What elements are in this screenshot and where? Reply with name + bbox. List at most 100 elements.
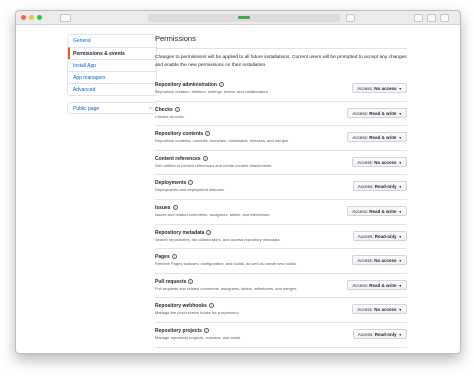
permission-title-text: Repository contents [155, 131, 204, 138]
permission-description: Pull requests and related comments, assi… [155, 285, 298, 291]
share-button[interactable] [427, 14, 436, 22]
access-dropdown[interactable]: Access: No access ▼ [352, 255, 407, 266]
permission-title: Repository administration i [155, 82, 224, 88]
access-dropdown[interactable]: Access: Read & write ▼ [347, 132, 407, 143]
lock-icon [238, 16, 250, 19]
permission-description: Checks on code. [155, 113, 185, 119]
access-value: Read-only [374, 184, 397, 190]
permission-row: Pages i Retrieve Pages statuses, configura… [155, 249, 407, 274]
access-value: Read & write [369, 135, 397, 141]
permission-title: Pull requests i [155, 278, 194, 285]
caret-down-icon: ▼ [397, 87, 402, 91]
access-dropdown[interactable]: Access: Read-only ▼ [352, 230, 407, 241]
permission-row: Repository metadata i Search repositories,… [155, 225, 407, 250]
permission-description: Issues and related comments, assignees, … [155, 211, 271, 217]
info-icon[interactable]: i [206, 229, 212, 235]
access-dropdown[interactable]: Access: Read-only ▼ [352, 181, 407, 192]
access-prefix: Access: [357, 258, 374, 264]
permission-row: Repository projects i Manage repository pr… [155, 323, 407, 348]
permission-row: Deployments i Deployments and deployment s… [155, 175, 407, 200]
sidebar-toggle-button[interactable] [60, 14, 71, 22]
access-dropdown[interactable]: Access: Read & write ▼ [347, 205, 407, 216]
sidebar-item-install-app[interactable]: Install App [68, 59, 156, 71]
sidebar-item-permissions-events[interactable]: Permissions & events [68, 47, 156, 59]
permission-row: Repository administration i Repository cre… [155, 77, 407, 102]
permission-title: Repository metadata i [155, 229, 212, 236]
permission-description: Repository contents, commits, branches, … [155, 138, 290, 144]
settings-sidebar: General Permissions & events Install App… [67, 34, 157, 114]
access-value: Read & write [369, 208, 397, 214]
info-icon[interactable]: i [171, 254, 177, 260]
access-prefix: Access: [357, 184, 374, 190]
access-value: No access [374, 307, 397, 313]
download-button[interactable] [414, 14, 423, 22]
access-dropdown[interactable]: Access: Read & write ▼ [347, 107, 407, 118]
access-value: Read & write [369, 110, 397, 116]
access-prefix: Access: [357, 331, 374, 337]
sidebar-item-app-managers[interactable]: App managers [68, 71, 156, 83]
address-bar[interactable] [148, 14, 340, 22]
zoom-window-button[interactable] [37, 15, 42, 20]
info-icon[interactable]: i [208, 303, 214, 309]
access-value: Read & write [369, 282, 397, 288]
access-prefix: Access: [357, 307, 374, 313]
access-prefix: Access: [352, 282, 369, 288]
info-icon[interactable]: i [188, 180, 194, 186]
permission-title-text: Repository metadata [155, 229, 205, 236]
access-value: No access [374, 86, 397, 91]
permission-title-text: Repository projects [155, 327, 202, 334]
public-page-label: Public page [73, 106, 100, 112]
permission-title: Pages i [155, 254, 177, 260]
info-icon[interactable]: i [172, 204, 178, 210]
permissions-list: Repository administration i Repository cre… [155, 77, 407, 348]
info-icon[interactable]: i [188, 278, 194, 284]
reload-button[interactable] [346, 14, 355, 22]
sidebar-item-advanced[interactable]: Advanced [68, 83, 156, 95]
permission-title-text: Pull requests [155, 278, 187, 285]
permission-row: Pull requests i Pull requests and related … [155, 274, 407, 299]
access-value: Read-only [374, 233, 397, 239]
access-dropdown[interactable]: Access: Read-only ▼ [352, 328, 407, 339]
permission-row: Checks i Checks on code. Access: Read & wri… [155, 102, 407, 127]
permission-title: Checks i [155, 106, 180, 113]
permission-title-text: Checks [155, 106, 173, 113]
access-prefix: Access: [352, 208, 369, 214]
permission-row: Repository contents i Repository contents,… [155, 126, 407, 151]
info-icon[interactable]: i [202, 155, 208, 161]
caret-down-icon: ▼ [397, 185, 402, 190]
caret-down-icon: ▼ [397, 234, 402, 239]
caret-down-icon: ▼ [397, 111, 402, 116]
permission-title: Repository projects i [155, 327, 209, 334]
external-link-icon: ↗ [147, 106, 152, 112]
permission-row: Repository webhooks i Manage the post-rece… [155, 298, 407, 323]
caret-down-icon: ▼ [397, 259, 402, 264]
info-icon[interactable]: i [174, 106, 180, 112]
new-tab-button[interactable] [440, 14, 449, 22]
access-dropdown[interactable]: Access: Read & write ▼ [347, 279, 407, 290]
minimize-window-button[interactable] [29, 15, 34, 20]
permission-description: Deployments and deployment statuses. [155, 187, 226, 193]
title-bar [16, 11, 460, 25]
public-page-link[interactable]: Public page ↗ [67, 102, 157, 114]
caret-down-icon: ▼ [397, 283, 402, 288]
permission-title: Repository webhooks i [155, 303, 214, 309]
info-icon[interactable]: i [218, 82, 224, 87]
caret-down-icon: ▼ [397, 209, 402, 214]
access-prefix: Access: [352, 110, 369, 116]
close-window-button[interactable] [21, 15, 26, 20]
access-dropdown[interactable]: Access: No access ▼ [352, 83, 407, 93]
permission-description: Manage the post-receive hooks for a repo… [155, 310, 240, 316]
caret-down-icon: ▼ [397, 308, 402, 313]
permission-description: Manage repository projects, columns, and… [155, 334, 242, 340]
permission-title-text: Content references [155, 155, 201, 162]
access-dropdown[interactable]: Access: No access ▼ [352, 156, 407, 167]
access-dropdown[interactable]: Access: No access ▼ [352, 304, 407, 315]
info-icon[interactable]: i [203, 327, 209, 333]
permissions-intro: Changes to permissions will be applied t… [155, 55, 407, 68]
sidebar-item-general[interactable]: General [68, 35, 156, 47]
permission-row: Issues i Issues and related comments, assi… [155, 200, 407, 225]
page-title: Permissions [155, 34, 407, 49]
access-prefix: Access: [357, 233, 374, 239]
info-icon[interactable]: i [205, 131, 211, 137]
permissions-panel: Permissions Changes to permissions will … [155, 34, 407, 348]
